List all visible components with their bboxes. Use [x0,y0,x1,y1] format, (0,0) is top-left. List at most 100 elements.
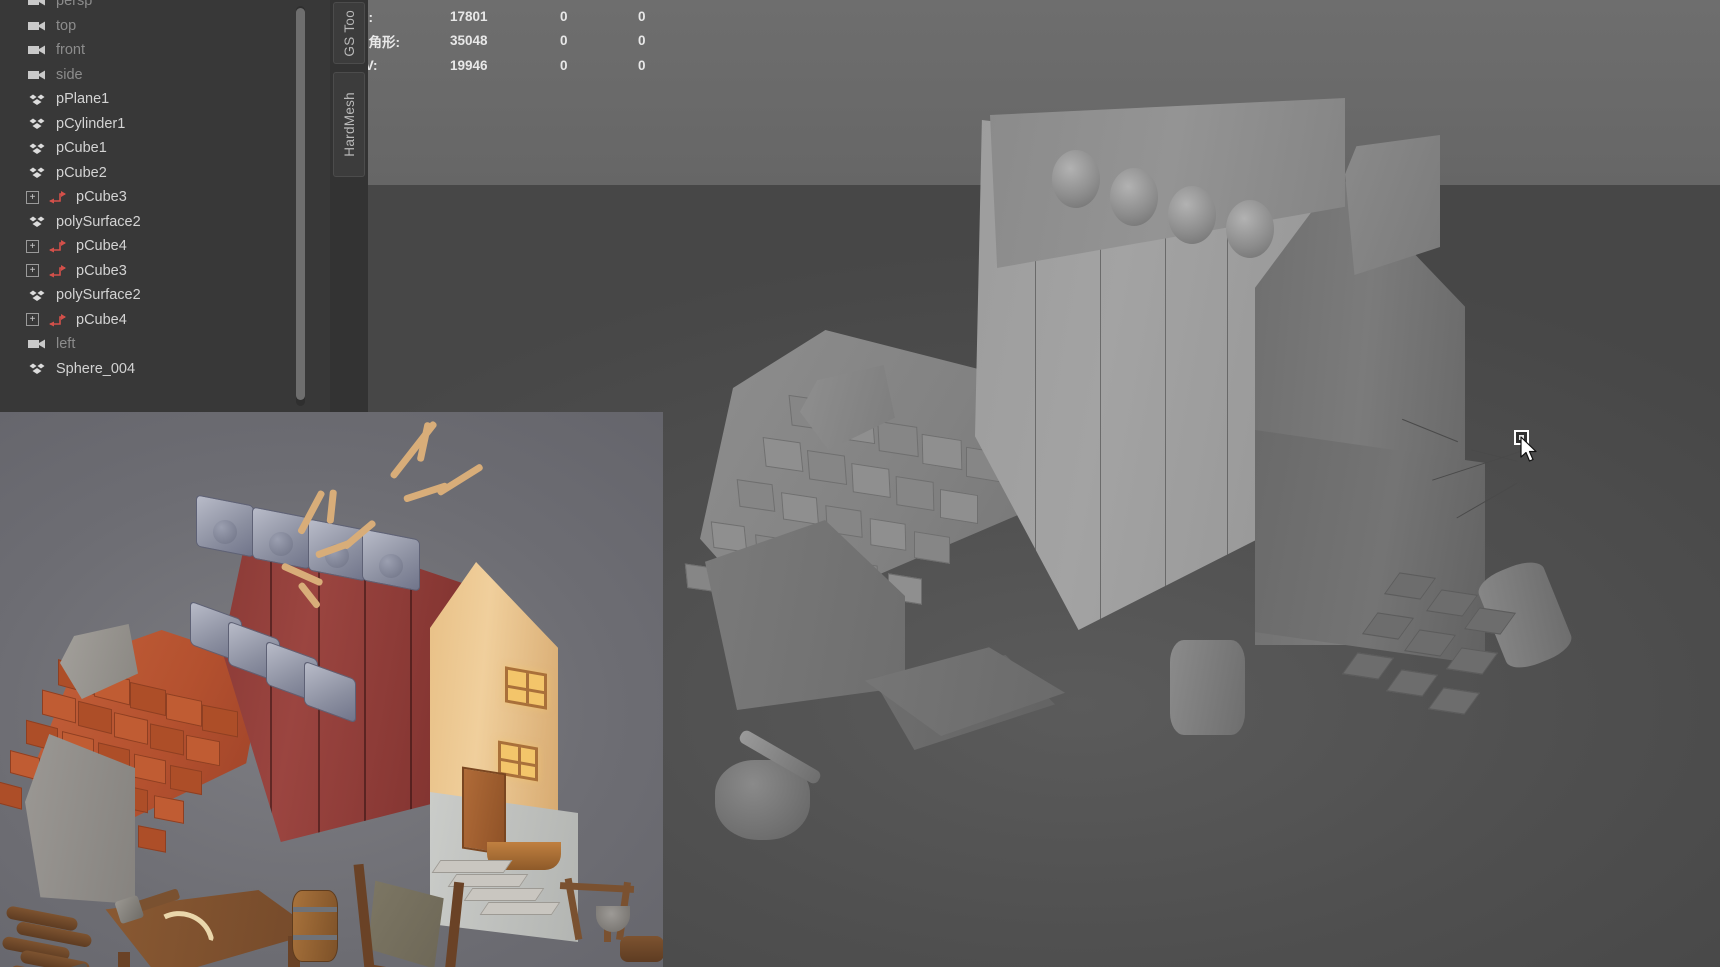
mesh-icon [26,117,48,130]
stats-other: 0 [638,33,646,49]
outliner-scrollbar[interactable] [296,6,305,406]
outliner-item-label: polySurface2 [56,287,141,304]
ref-bench-leg [118,952,130,967]
outliner-item-pcube2[interactable]: pCube2 [0,161,335,186]
model-shingle [921,433,963,471]
outliner-item-persp[interactable]: persp [0,0,335,14]
outliner-item-label: front [56,42,86,59]
mesh-icon [26,93,48,106]
outliner-item-label: pCube3 [76,262,127,279]
ref-ridge-stud [269,532,293,556]
concept-reference-image[interactable] [0,412,663,967]
model-barrel [1170,640,1245,735]
mesh-icon [26,215,48,228]
tab-hardmesh-label: HardMesh [341,92,357,157]
model-stud [1052,150,1100,208]
outliner-item-label: persp [56,0,93,10]
stats-label: 面: [355,6,450,26]
stats-row: 面:17801 0 0 [355,4,716,29]
stats-other: 0 [638,8,646,24]
ref-stone-step [463,888,545,901]
ref-window [505,666,547,710]
model-stud [1226,200,1274,258]
outliner-list[interactable]: persp top front side pPlane1 pCylinder1 pCube1… [0,0,335,381]
outliner-item-front[interactable]: front [0,38,335,63]
expand-toggle-icon[interactable]: + [26,239,39,253]
outliner-item-polysurface2[interactable]: polySurface2 [0,283,335,308]
ref-shingle [0,780,22,810]
outliner-item-pcube3[interactable]: + pCube3 [0,185,335,210]
outliner-item-pcube3[interactable]: + pCube3 [0,259,335,284]
camera-icon [26,20,48,32]
stats-row: UV:19946 0 0 [355,53,716,78]
expand-toggle-icon[interactable]: + [26,313,39,327]
outliner-item-label: pCube2 [56,164,107,181]
ref-ridge-stud [379,554,403,578]
ref-antler-branch [389,420,438,480]
outliner-item-pplane1[interactable]: pPlane1 [0,87,335,112]
tab-gs-tools-label: GS Too [341,9,357,57]
ref-shingle [138,825,166,853]
model-shingle [940,488,978,524]
shelf-tab-strip[interactable]: GS Too HardMesh [330,0,368,412]
ref-log [620,936,663,962]
stats-label: 三角形: [355,34,400,50]
stats-row: 三角形: 35048 0 0 [355,29,716,54]
outliner-item-label: pCube3 [76,189,127,206]
expand-toggle-icon[interactable]: + [26,190,39,204]
ref-stone-step [479,902,561,915]
stats-other: 0 [638,57,646,73]
stats-selected: 0 [560,33,568,49]
model-stud [1168,186,1216,244]
outliner-item-label: pCube4 [76,311,127,328]
outliner-item-label: pCube4 [76,238,127,255]
stats-selected: 0 [560,8,568,24]
mesh-icon [26,166,48,179]
model-shingle [780,492,820,525]
model-shingle [762,436,804,472]
transform-icon [46,313,68,327]
outliner-item-left[interactable]: left [0,332,335,357]
maya-application-window: persp top front side pPlane1 pCylinder1 pCube1… [0,0,1720,967]
outliner-item-top[interactable]: top [0,14,335,39]
outliner-item-polysurface2[interactable]: polySurface2 [0,210,335,235]
tab-hardmesh[interactable]: HardMesh [333,72,365,177]
outliner-item-pcube4[interactable]: + pCube4 [0,234,335,259]
model-stud [1110,168,1158,226]
tab-gs-tools[interactable]: GS Too [333,2,365,64]
outliner-item-label: pCylinder1 [56,115,126,132]
mesh-icon [26,142,48,155]
mesh-icon [26,362,48,375]
stats-total: 35048 [450,33,488,49]
cursor-arrow-icon [1520,436,1537,462]
ref-antler-branch [326,489,338,524]
outliner-item-label: pPlane1 [56,91,110,108]
stats-label: UV: [355,58,450,73]
outliner-item-pcube4[interactable]: + pCube4 [0,308,335,333]
outliner-item-pcylinder1[interactable]: pCylinder1 [0,112,335,137]
outliner-item-pcube1[interactable]: pCube1 [0,136,335,161]
outliner-item-sphere_004[interactable]: Sphere_004 [0,357,335,382]
outliner-item-label: pCube1 [56,140,107,157]
model-shingle [851,462,891,498]
stats-total: 19946 [450,57,488,73]
camera-icon [26,44,48,56]
ref-antler-branch [436,462,484,497]
outliner-item-label: Sphere_004 [56,360,136,377]
outliner-item-label: top [56,17,77,34]
stats-selected: 0 [560,57,568,73]
model-shingle [806,449,848,485]
transform-icon [46,264,68,278]
outliner-item-label: polySurface2 [56,213,141,230]
mesh-icon [26,289,48,302]
outliner-item-label: left [56,336,76,353]
ref-barrel [292,890,338,962]
transform-icon [46,190,68,204]
outliner-panel[interactable]: persp top front side pPlane1 pCylinder1 pCube1… [0,0,335,412]
camera-icon [26,338,48,350]
ref-stone-step [431,860,513,873]
outliner-item-side[interactable]: side [0,63,335,88]
model-shingle [710,521,748,553]
expand-toggle-icon[interactable]: + [26,264,39,278]
model-shingle [914,531,950,564]
